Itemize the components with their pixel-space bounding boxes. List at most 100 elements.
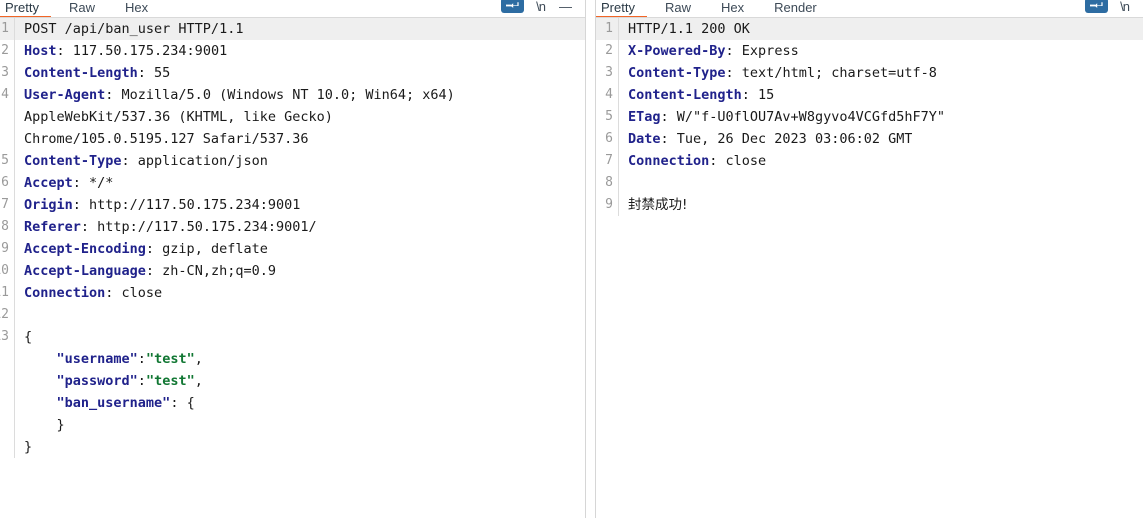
- line-number: 8: [596, 172, 619, 194]
- panel-divider[interactable]: [586, 0, 595, 518]
- code-line: 2 X-Powered-By: Express: [596, 40, 1143, 62]
- line-number: 6: [0, 172, 15, 194]
- code-segment-punc: :: [137, 373, 146, 389]
- code-segment-hdr: Content-Length: [24, 65, 138, 81]
- code-segment-hdr: Accept-Language: [24, 263, 146, 279]
- line-number: 12: [0, 304, 15, 326]
- code-line: 3 Content-Type: text/html; charset=utf-8: [596, 62, 1143, 84]
- tab-pretty[interactable]: Pretty: [596, 0, 647, 17]
- code-segment-hdr: User-Agent: [24, 87, 106, 103]
- code-line: 7 Connection: close: [596, 150, 1143, 172]
- code-line: 13 {: [0, 326, 585, 348]
- code-line-content[interactable]: Date: Tue, 26 Dec 2023 03:06:02 GMT: [619, 128, 912, 150]
- code-segment-val: : close: [709, 153, 767, 169]
- code-line-content[interactable]: Connection: close: [15, 282, 162, 304]
- code-segment-val: : Express: [725, 43, 799, 59]
- request-editor[interactable]: 1 POST /api/ban_user HTTP/1.1 2 Host: 117.5…: [0, 18, 585, 518]
- code-line-content[interactable]: Host: 117.50.175.234:9001: [15, 40, 227, 62]
- code-line-content[interactable]: Origin: http://117.50.175.234:9001: [15, 194, 300, 216]
- response-panel: Pretty Raw Hex Render \n 1 HTTP/1.1 200 OK 2 X-…: [595, 0, 1143, 518]
- code-line: Chrome/105.0.5195.127 Safari/537.36: [0, 128, 585, 150]
- tab-pretty[interactable]: Pretty: [0, 0, 51, 17]
- code-segment-val: : zh-CN,zh;q=0.9: [145, 263, 276, 279]
- code-line: }: [0, 414, 585, 436]
- code-segment-str: "test": [145, 373, 195, 389]
- tab-hex[interactable]: Hex: [125, 0, 148, 15]
- code-line-content[interactable]: Chrome/105.0.5195.127 Safari/537.36: [15, 128, 308, 150]
- code-line-content[interactable]: AppleWebKit/537.36 (KHTML, like Gecko): [15, 106, 333, 128]
- code-line: 8: [596, 172, 1143, 194]
- line-number: 3: [0, 62, 15, 84]
- code-line-content[interactable]: Accept: */*: [15, 172, 113, 194]
- newline-toggle-icon[interactable]: \n: [536, 0, 546, 14]
- code-line-content[interactable]: Content-Length: 55: [15, 62, 170, 84]
- code-line: 1 HTTP/1.1 200 OK: [596, 18, 1143, 40]
- send-arrow-icon[interactable]: [1085, 0, 1109, 13]
- code-line-content[interactable]: [15, 304, 24, 326]
- code-segment-hdr: X-Powered-By: [628, 43, 726, 59]
- code-line-content[interactable]: Accept-Language: zh-CN,zh;q=0.9: [15, 260, 276, 282]
- code-line: 10Accept-Language: zh-CN,zh;q=0.9: [0, 260, 585, 282]
- code-segment-punc: {: [24, 329, 33, 345]
- code-line-content[interactable]: Content-Type: application/json: [15, 150, 268, 172]
- code-line: 1 POST /api/ban_user HTTP/1.1: [0, 18, 585, 40]
- code-segment-val: : text/html; charset=utf-8: [725, 65, 937, 81]
- line-number: 7: [0, 194, 15, 216]
- minimize-icon[interactable]: —: [559, 0, 572, 14]
- tab-raw[interactable]: Raw: [665, 0, 691, 15]
- code-line-content[interactable]: X-Powered-By: Express: [619, 40, 799, 62]
- code-segment-val: : Mozilla/5.0 (Windows NT 10.0; Win64; x…: [105, 87, 455, 103]
- line-number: 5: [0, 150, 15, 172]
- code-line-content[interactable]: Referer: http://117.50.175.234:9001/: [15, 216, 317, 238]
- code-line: 5 ETag: W/"f-U0flOU7Av+W8gyvo4VCGfd5hF7Y": [596, 106, 1143, 128]
- line-number: 4: [596, 84, 619, 106]
- code-line-content[interactable]: Accept-Encoding: gzip, deflate: [15, 238, 268, 260]
- code-line-content[interactable]: Content-Type: text/html; charset=utf-8: [619, 62, 937, 84]
- send-arrow-icon[interactable]: [501, 0, 525, 13]
- code-line-content[interactable]: "username":"test",: [15, 348, 203, 370]
- code-segment-val: : close: [105, 285, 163, 301]
- code-line-content[interactable]: ETag: W/"f-U0flOU7Av+W8gyvo4VCGfd5hF7Y": [619, 106, 945, 128]
- code-segment-val: : http://117.50.175.234:9001/: [80, 219, 317, 235]
- code-line-content[interactable]: "ban_username": {: [15, 392, 195, 414]
- code-line: 11Connection: close: [0, 282, 585, 304]
- line-number: 11: [0, 282, 15, 304]
- line-number: [0, 106, 15, 128]
- line-number: 3: [596, 62, 619, 84]
- code-segment-val: : 15: [741, 87, 775, 103]
- code-segment-key: "password": [24, 373, 138, 389]
- code-line-content[interactable]: Connection: close: [619, 150, 766, 172]
- response-tabstrip: Pretty Raw Hex Render \n: [596, 0, 1143, 18]
- code-line-content[interactable]: User-Agent: Mozilla/5.0 (Windows NT 10.0…: [15, 84, 455, 106]
- code-line-content[interactable]: }: [15, 414, 65, 436]
- newline-toggle-icon[interactable]: \n: [1120, 0, 1130, 14]
- code-segment-hdr: Accept-Encoding: [24, 241, 146, 257]
- code-line-content[interactable]: HTTP/1.1 200 OK: [619, 18, 750, 40]
- code-segment-punc: : {: [170, 395, 195, 411]
- code-line: AppleWebKit/537.36 (KHTML, like Gecko): [0, 106, 585, 128]
- tab-raw[interactable]: Raw: [69, 0, 95, 15]
- tab-render[interactable]: Render: [774, 0, 817, 15]
- code-line: 2 Host: 117.50.175.234:9001: [0, 40, 585, 62]
- code-line: 12: [0, 304, 585, 326]
- code-line: }: [0, 436, 585, 458]
- code-line-content[interactable]: "password":"test",: [15, 370, 203, 392]
- code-segment-hdr: Accept: [24, 175, 73, 191]
- line-number: 9: [596, 194, 619, 216]
- line-number: 5: [596, 106, 619, 128]
- code-line-content[interactable]: }: [15, 436, 32, 458]
- code-line-content[interactable]: [619, 172, 628, 194]
- code-segment-hdr: Content-Type: [628, 65, 726, 81]
- tab-hex[interactable]: Hex: [721, 0, 744, 15]
- code-segment-punc: }: [24, 417, 65, 433]
- code-segment-val: : */*: [72, 175, 114, 191]
- code-segment-hdr: Content-Length: [628, 87, 742, 103]
- line-number: 8: [0, 216, 15, 238]
- code-line-content[interactable]: 封禁成功!: [619, 194, 687, 216]
- response-editor[interactable]: 1 HTTP/1.1 200 OK 2 X-Powered-By: Express 3 C…: [596, 18, 1143, 518]
- code-line-content[interactable]: Content-Length: 15: [619, 84, 774, 106]
- code-line: 6 Accept: */*: [0, 172, 585, 194]
- code-line: 3 Content-Length: 55: [0, 62, 585, 84]
- code-line-content[interactable]: POST /api/ban_user HTTP/1.1: [15, 18, 243, 40]
- code-line-content[interactable]: {: [15, 326, 32, 348]
